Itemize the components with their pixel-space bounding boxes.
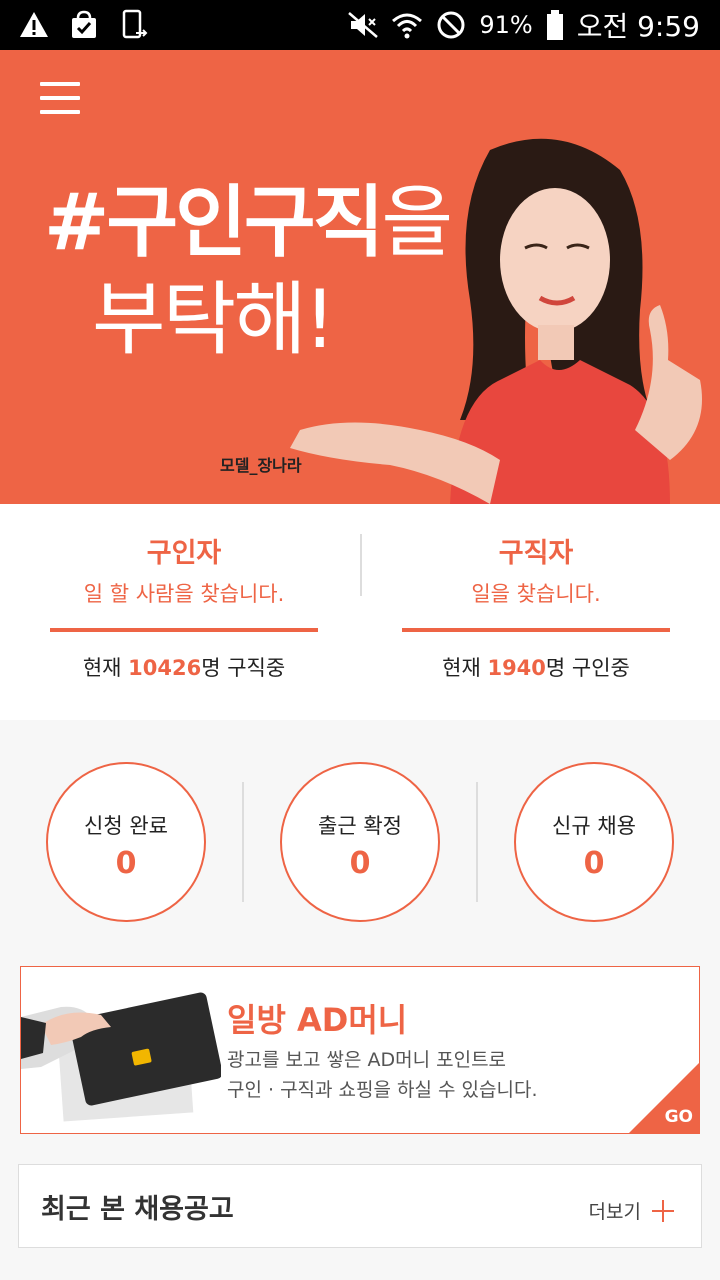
plus-icon[interactable] [651,1199,675,1223]
system-icons: 91% 오전 9:59 [347,6,700,44]
stat-value: 0 [349,846,371,881]
ad-money-banner[interactable]: 일방 AD머니 광고를 보고 쌓은 AD머니 포인트로 구인 · 구직과 쇼핑을… [20,966,700,1134]
notification-icons [18,8,150,42]
recent-jobs-title: 최근 본 채용공고 [41,1194,234,1225]
recent-jobs-panel: 최근 본 채용공고 더보기 [18,1164,702,1248]
ad-money-title: 일방 AD머니 [227,1001,408,1039]
hero-banner: #구인구직을 부탁해! 모델_장나라 [0,50,720,504]
seeker-count: 현재 1940명 구인중 [442,656,630,680]
status-bar: 91% 오전 9:59 [0,0,720,50]
mute-icon [348,12,379,38]
stat-new-hire[interactable]: 신규 채용 0 [514,762,674,922]
hamburger-menu-icon[interactable] [36,78,84,118]
stat-value: 0 [583,846,605,881]
stat-label: 출근 확정 [318,814,402,838]
seeker-card[interactable]: 구직자 일을 찾습니다. 현재 1940명 구인중 [402,534,670,682]
stats-section: 신청 완료 0 출근 확정 0 신규 채용 0 [0,720,720,960]
divider [402,628,670,632]
stat-applied[interactable]: 신청 완료 0 [46,762,206,922]
clock: 오전 9:59 [576,10,700,43]
stat-value: 0 [115,846,137,881]
stat-label: 신규 채용 [552,814,636,838]
phone-sync-icon [122,9,148,39]
employer-card[interactable]: 구인자 일 할 사람을 찾습니다. 현재 10426명 구직중 [50,534,318,682]
shopping-bag-check-icon [72,10,96,38]
divider [360,534,362,596]
divider [476,782,478,902]
employer-title: 구인자 [146,538,222,569]
divider [242,782,244,902]
role-section: 구인자 일 할 사람을 찾습니다. 현재 10426명 구직중 구직자 일을 찾… [0,504,720,720]
employer-count: 현재 10426명 구직중 [82,656,286,680]
go-button[interactable]: GO [665,1107,693,1127]
ad-money-desc: 광고를 보고 쌓은 AD머니 포인트로 구인 · 구직과 쇼핑을 하실 수 있습… [227,1049,538,1101]
warning-icon [20,12,48,37]
more-button[interactable]: 더보기 [589,1197,641,1224]
model-caption: 모델_장나라 [220,456,302,475]
credit-card-icon [21,992,221,1122]
divider [50,628,318,632]
seeker-subtitle: 일을 찾습니다. [471,582,601,606]
battery-percent: 91% [479,11,533,39]
blocked-icon [437,11,465,39]
employer-subtitle: 일 할 사람을 찾습니다. [83,582,285,606]
stat-confirmed[interactable]: 출근 확정 0 [280,762,440,922]
battery-icon [546,10,563,40]
model-photo [290,138,702,504]
wifi-icon [392,13,423,39]
seeker-title: 구직자 [498,538,574,569]
stat-label: 신청 완료 [84,814,168,838]
